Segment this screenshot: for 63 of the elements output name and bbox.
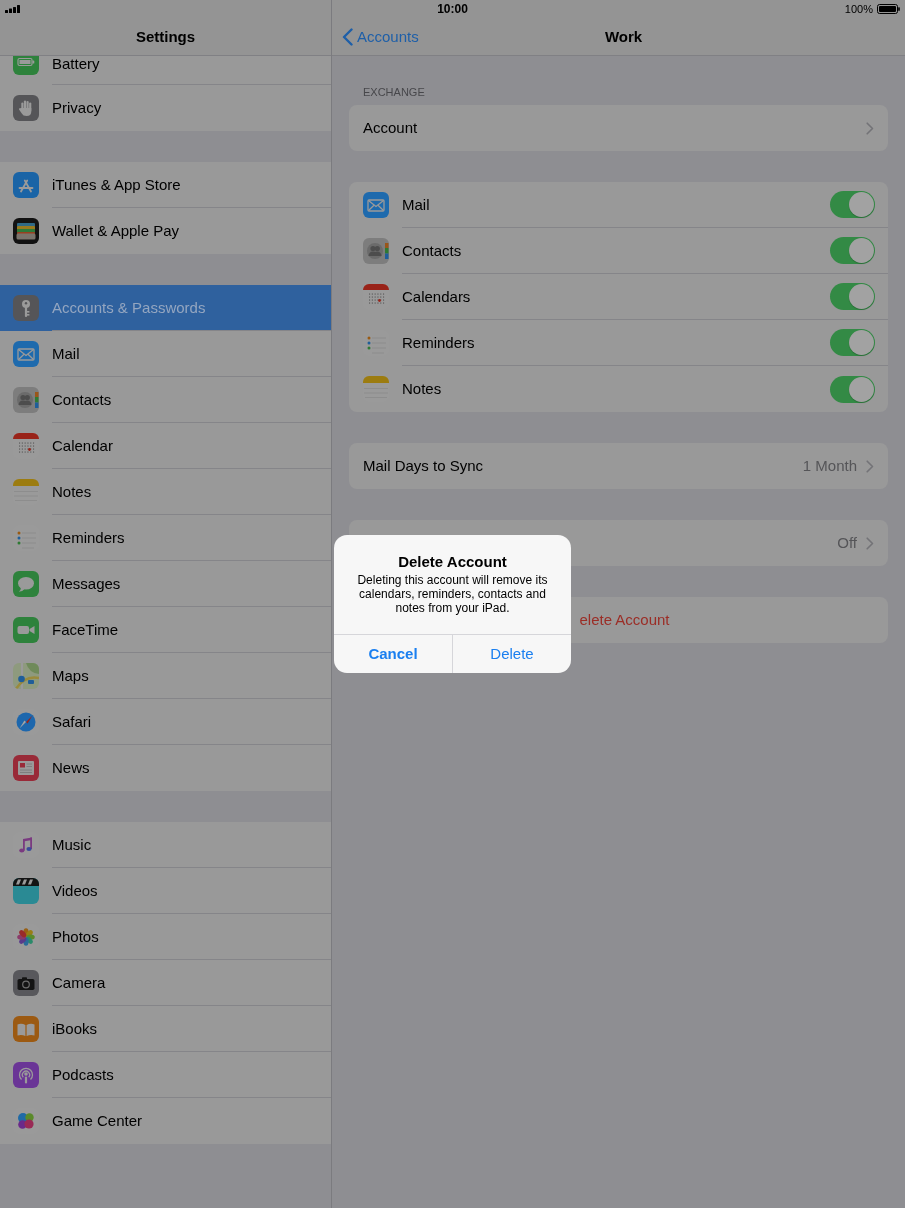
sidebar-item[interactable]: Game Center bbox=[0, 1098, 331, 1144]
toggle-switch[interactable] bbox=[830, 283, 875, 310]
service-label: Mail bbox=[402, 195, 430, 214]
toggle-switch[interactable] bbox=[830, 191, 875, 218]
sidebar-item[interactable]: Contacts bbox=[0, 377, 331, 423]
open-book-icon bbox=[13, 1016, 39, 1042]
clapperboard-icon bbox=[13, 878, 39, 904]
sidebar-item[interactable]: iTunes & App Store bbox=[0, 162, 331, 208]
sidebar-item[interactable]: Videos bbox=[0, 868, 331, 914]
status-time: 10:00 bbox=[437, 1, 468, 17]
sidebar-item[interactable]: Calendar bbox=[0, 423, 331, 469]
people-icon bbox=[363, 238, 389, 264]
toggle-switch[interactable] bbox=[830, 329, 875, 356]
sidebar-item[interactable]: Wallet & Apple Pay bbox=[0, 208, 331, 254]
delete-button[interactable]: Delete bbox=[452, 635, 571, 673]
chevron-icon bbox=[866, 459, 874, 473]
row-value: 1 Month bbox=[802, 457, 857, 475]
sidebar-item[interactable]: Messages bbox=[0, 561, 331, 607]
sidebar-item[interactable]: Privacy bbox=[0, 85, 331, 131]
sidebar-item[interactable]: Photos bbox=[0, 914, 331, 960]
chevron-icon bbox=[866, 121, 874, 135]
envelope-icon bbox=[363, 192, 389, 218]
hand-icon bbox=[13, 95, 39, 121]
page-title: Work bbox=[604, 27, 643, 46]
newspaper-icon bbox=[13, 755, 39, 781]
sidebar-item[interactable]: Notes bbox=[0, 469, 331, 515]
signal-icon bbox=[5, 5, 20, 13]
sidebar-item[interactable]: Maps bbox=[0, 653, 331, 699]
envelope-icon bbox=[13, 341, 39, 367]
speech-bubble-icon bbox=[13, 571, 39, 597]
sidebar-item[interactable]: Mail bbox=[0, 331, 331, 377]
settings-row[interactable]: Mail Days to Sync 1 Month bbox=[349, 443, 888, 489]
sidebar-item[interactable]: Camera bbox=[0, 960, 331, 1006]
map-icon bbox=[13, 663, 39, 689]
battery-percentage: 100% bbox=[844, 2, 873, 16]
sidebar-item[interactable]: Podcasts bbox=[0, 1052, 331, 1098]
sidebar-item[interactable]: FaceTime bbox=[0, 607, 331, 653]
sidebar-item[interactable]: Reminders bbox=[0, 515, 331, 561]
sidebar-item[interactable]: Music bbox=[0, 822, 331, 868]
service-label: Reminders bbox=[402, 333, 475, 352]
service-label: Contacts bbox=[402, 241, 462, 260]
sidebar-title: Settings bbox=[135, 27, 196, 46]
sidebar-item[interactable]: Safari bbox=[0, 699, 331, 745]
sidebar-item[interactable]: iBooks bbox=[0, 1006, 331, 1052]
battery-icon bbox=[877, 4, 900, 14]
chevron-icon bbox=[866, 536, 874, 550]
sidebar-item[interactable]: News bbox=[0, 745, 331, 791]
toggle-switch[interactable] bbox=[830, 375, 875, 403]
letter-a-icon bbox=[13, 172, 39, 198]
people-icon bbox=[13, 387, 39, 413]
camera-icon bbox=[13, 970, 39, 996]
settings-row[interactable]: Account bbox=[349, 105, 888, 151]
service-label: Notes bbox=[402, 380, 442, 398]
key-icon bbox=[13, 295, 39, 321]
toggle-switch[interactable] bbox=[830, 237, 875, 264]
sidebar-item[interactable]: Battery bbox=[0, 56, 331, 85]
row-value: Off bbox=[837, 534, 857, 552]
chevron-left-icon bbox=[342, 27, 353, 46]
section-header: EXCHANGE bbox=[363, 86, 425, 99]
service-label: Calendars bbox=[402, 287, 471, 306]
video-camera-icon bbox=[13, 617, 39, 643]
broadcast-icon bbox=[13, 1062, 39, 1088]
wallet-icon bbox=[13, 218, 39, 244]
